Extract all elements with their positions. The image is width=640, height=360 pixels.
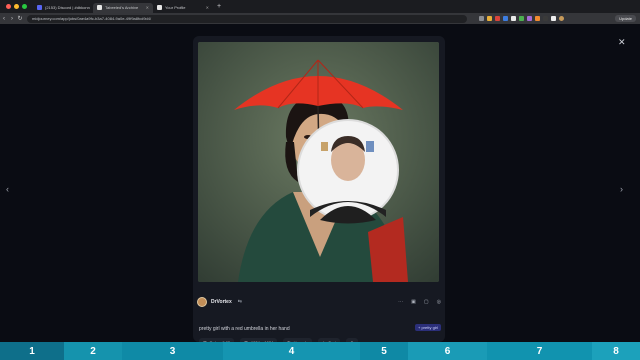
more-options-icon[interactable]: ⋯	[398, 299, 403, 305]
tab-label: (2153) Discord | #dbkonn	[45, 5, 90, 10]
next-arrow-icon[interactable]: ›	[620, 184, 623, 194]
extension-icon[interactable]	[503, 16, 508, 21]
author-name[interactable]: DrVortex	[211, 299, 232, 305]
extension-icon[interactable]	[511, 16, 516, 21]
back-icon[interactable]: ‹	[0, 16, 8, 22]
tab-label: Your Profile	[165, 5, 186, 10]
follow-icon[interactable]: ⇆	[238, 299, 242, 305]
timeline-segment[interactable]: 6	[408, 342, 487, 360]
tab-bar: (2153) Discord | #dbkonn ✕ Tabeeled's Ar…	[0, 0, 640, 13]
maximize-window-button[interactable]	[22, 4, 27, 9]
share-icon[interactable]	[479, 16, 484, 21]
timeline-segment[interactable]: 3	[122, 342, 223, 360]
timeline-segment[interactable]: 8	[592, 342, 640, 360]
puzzle-icon[interactable]	[551, 16, 556, 21]
extension-icon[interactable]	[535, 16, 540, 21]
timeline-segment[interactable]: 4	[223, 342, 360, 360]
close-tab-icon[interactable]: ✕	[206, 5, 209, 10]
extension-icon[interactable]	[519, 16, 524, 21]
page-content: ✕ ‹ › DrVortex ⇆ ⋯ ▣ ▢ ◎ pretty girl wit…	[0, 24, 640, 347]
action-icons: ⋯ ▣ ▢ ◎	[398, 299, 441, 305]
star-icon[interactable]	[487, 16, 492, 21]
prev-arrow-icon[interactable]: ‹	[6, 184, 9, 194]
timeline-segment[interactable]: 5	[360, 342, 408, 360]
tab-label: Tabeeled's Archive	[105, 5, 139, 10]
forward-icon[interactable]: ›	[8, 16, 16, 22]
timeline-segment[interactable]: 2	[64, 342, 122, 360]
midjourney-icon	[157, 5, 162, 10]
tab-archive[interactable]: Tabeeled's Archive ✕	[93, 2, 153, 13]
url-text: midjourney.com/app/jobs/0ae4a9fc-b3a7-40…	[32, 16, 152, 21]
browser-window: (2153) Discord | #dbkonn ✕ Tabeeled's Ar…	[0, 0, 640, 347]
minimize-window-button[interactable]	[14, 4, 19, 9]
author-row: DrVortex ⇆ ⋯ ▣ ▢ ◎	[197, 296, 441, 308]
update-button[interactable]: Update	[615, 15, 636, 22]
profile-avatar[interactable]	[559, 16, 564, 21]
new-tab-button[interactable]: +	[213, 3, 221, 10]
portrait-illustration	[198, 42, 439, 282]
generated-image[interactable]	[198, 42, 439, 282]
close-icon[interactable]: ✕	[618, 37, 626, 48]
discord-icon	[37, 5, 42, 10]
chapter-timeline: 12345678	[0, 342, 640, 360]
search-icon[interactable]: ◎	[437, 299, 441, 305]
tab-discord[interactable]: (2153) Discord | #dbkonn ✕	[33, 3, 93, 13]
close-window-button[interactable]	[6, 4, 11, 9]
midjourney-icon	[97, 5, 102, 10]
toolbar: ‹ › ↻ midjourney.com/app/jobs/0ae4a9fc-b…	[0, 13, 640, 24]
prompt-tag[interactable]: + pretty girl	[415, 324, 441, 331]
copy-icon[interactable]: ▢	[424, 299, 429, 305]
avatar[interactable]	[197, 297, 207, 307]
timeline-segment[interactable]: 7	[487, 342, 592, 360]
extension-icon[interactable]	[543, 16, 548, 21]
prompt-text: pretty girl with a red umbrella in her h…	[199, 326, 290, 332]
reload-icon[interactable]: ↻	[16, 15, 24, 22]
extensions-bar	[479, 16, 564, 21]
save-icon[interactable]: ▣	[411, 299, 416, 305]
extension-icon[interactable]	[527, 16, 532, 21]
timeline-segment[interactable]: 1	[0, 342, 64, 360]
tab-profile[interactable]: Your Profile ✕	[153, 3, 213, 13]
extension-icon[interactable]	[495, 16, 500, 21]
image-detail-card: DrVortex ⇆ ⋯ ▣ ▢ ◎ pretty girl with a re…	[193, 36, 445, 347]
close-tab-icon[interactable]: ✕	[146, 5, 149, 10]
address-bar[interactable]: midjourney.com/app/jobs/0ae4a9fc-b3a7-40…	[27, 14, 467, 23]
window-controls	[0, 4, 33, 9]
